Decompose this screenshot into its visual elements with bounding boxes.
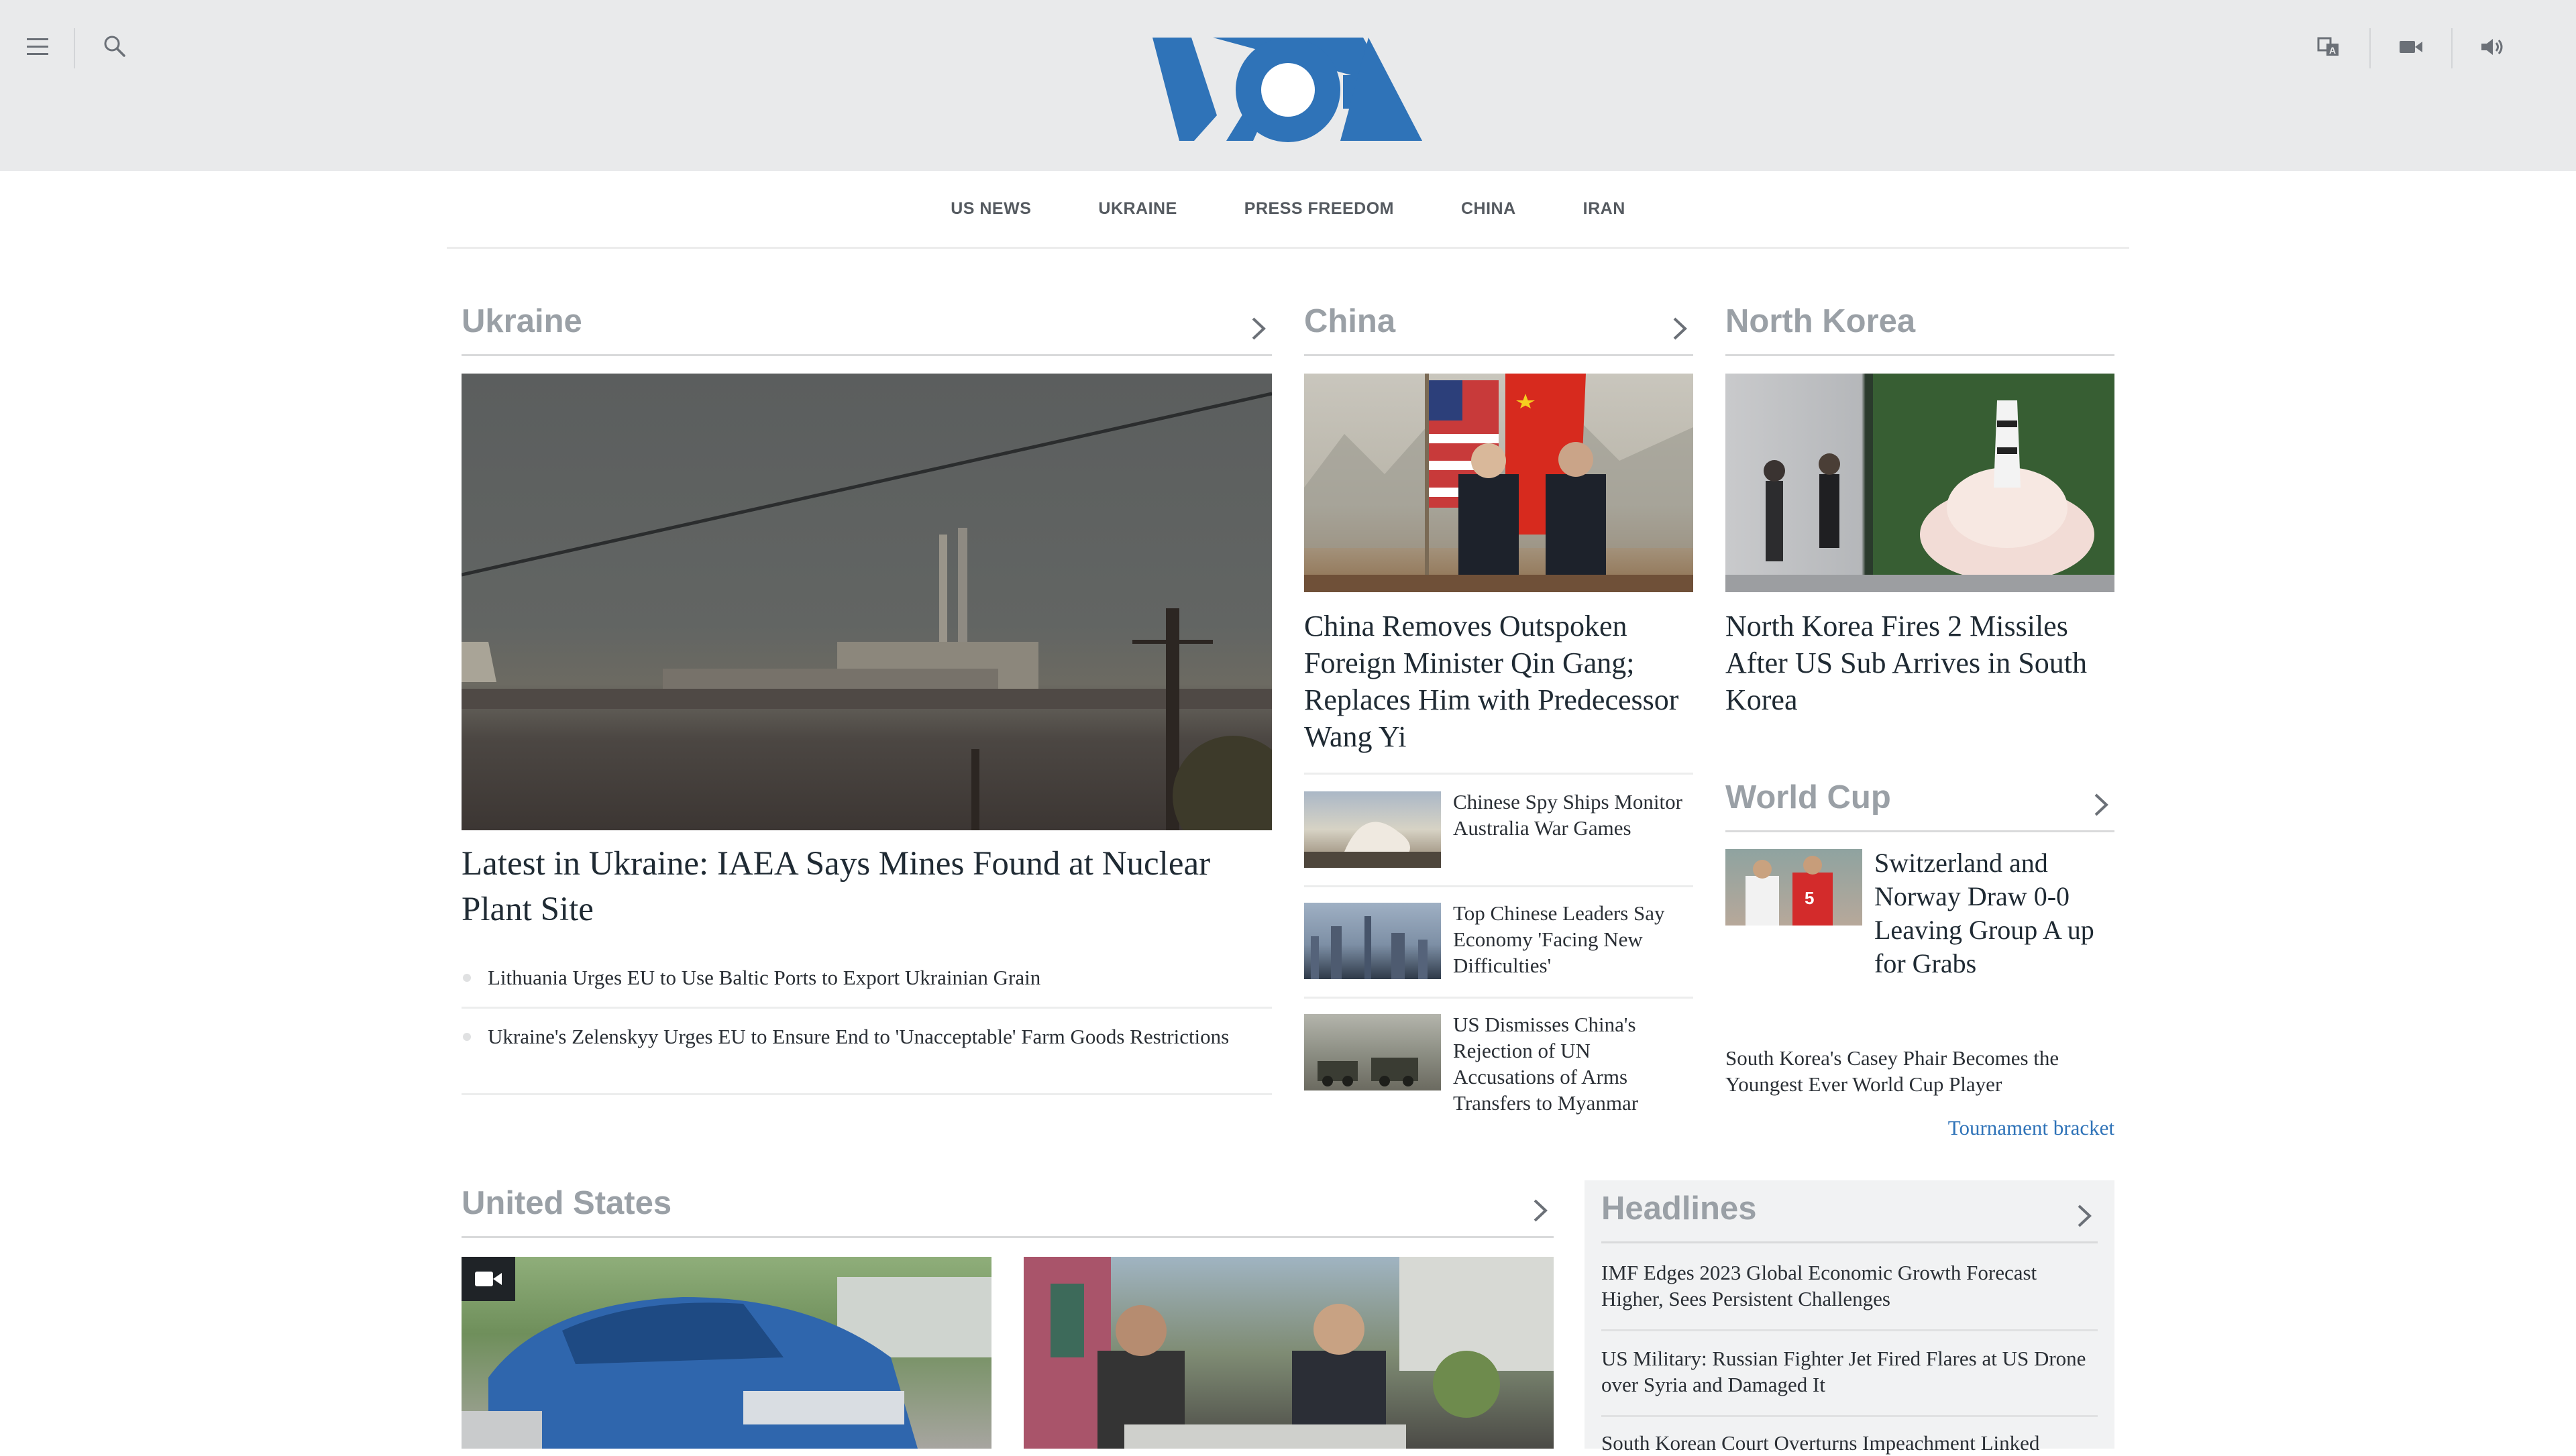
- china-item-thumbnail[interactable]: [1304, 903, 1441, 979]
- main-nav: US NEWS UKRAINE PRESS FREEDOM CHINA IRAN: [447, 171, 2129, 249]
- north-korea-section-header[interactable]: North Korea: [1725, 305, 2114, 356]
- chevron-right-icon[interactable]: [1528, 1195, 1551, 1226]
- north-korea-main-headline[interactable]: North Korea Fires 2 Missiles After US Su…: [1725, 608, 2114, 718]
- ukraine-main-image[interactable]: [462, 374, 1272, 830]
- world-cup-item[interactable]: South Korea's Casey Phair Becomes the Yo…: [1725, 1045, 2114, 1097]
- divider: [1304, 997, 1693, 999]
- search-icon[interactable]: [97, 28, 133, 64]
- china-item-title[interactable]: Top Chinese Leaders Say Economy 'Facing …: [1453, 900, 1692, 978]
- divider: [1601, 1329, 2098, 1331]
- china-section-title[interactable]: China: [1304, 305, 1395, 338]
- ukraine-section-title[interactable]: Ukraine: [462, 305, 582, 338]
- video-badge: [462, 1257, 515, 1301]
- north-korea-section-title[interactable]: North Korea: [1725, 305, 1915, 338]
- ukraine-section-header[interactable]: Ukraine: [462, 305, 1272, 356]
- list-bullet: [463, 1033, 471, 1041]
- ukraine-list-item[interactable]: Lithuania Urges EU to Use Baltic Ports t…: [488, 964, 1266, 991]
- nav-item-us-news[interactable]: US NEWS: [917, 199, 1065, 219]
- nav-item-ukraine[interactable]: UKRAINE: [1065, 199, 1210, 219]
- headlines-section-header[interactable]: Headlines: [1601, 1192, 2098, 1243]
- headline-item[interactable]: IMF Edges 2023 Global Economic Growth Fo…: [1601, 1259, 2098, 1312]
- china-item-title[interactable]: US Dismisses China's Rejection of UN Acc…: [1453, 1011, 1692, 1116]
- us-story-image[interactable]: [462, 1257, 991, 1449]
- header-divider: [2451, 28, 2453, 68]
- world-cup-section-header[interactable]: World Cup: [1725, 781, 2114, 832]
- video-camera-icon: [475, 1272, 502, 1286]
- united-states-section-header[interactable]: United States: [462, 1187, 1554, 1238]
- header-divider: [2369, 28, 2371, 68]
- divider: [1304, 773, 1693, 775]
- ukraine-list-item[interactable]: Ukraine's Zelenskyy Urges EU to Ensure E…: [488, 1023, 1266, 1050]
- nav-item-iran[interactable]: IRAN: [1550, 199, 1659, 219]
- header-divider: [74, 28, 75, 68]
- ukraine-main-headline[interactable]: Latest in Ukraine: IAEA Says Mines Found…: [462, 841, 1240, 932]
- divider: [1304, 885, 1693, 887]
- svg-text:5: 5: [1805, 888, 1814, 908]
- world-cup-thumbnail[interactable]: 5: [1725, 849, 1862, 926]
- china-item-thumbnail[interactable]: [1304, 1014, 1441, 1090]
- chevron-right-icon[interactable]: [1246, 313, 1269, 344]
- divider: [462, 1007, 1272, 1009]
- nav-item-china[interactable]: CHINA: [1428, 199, 1550, 219]
- chevron-right-icon[interactable]: [2089, 789, 2112, 820]
- headline-item[interactable]: US Military: Russian Fighter Jet Fired F…: [1601, 1345, 2098, 1398]
- china-main-image[interactable]: [1304, 374, 1693, 592]
- video-camera-icon[interactable]: [2394, 30, 2428, 64]
- divider: [462, 1093, 1272, 1095]
- chevron-right-icon[interactable]: [2072, 1200, 2095, 1231]
- united-states-section-title[interactable]: United States: [462, 1187, 672, 1220]
- us-story-image[interactable]: [1024, 1257, 1554, 1449]
- headlines-panel: Headlines IMF Edges 2023 Global Economic…: [1585, 1180, 2114, 1455]
- language-icon[interactable]: A: [2312, 30, 2347, 64]
- nav-item-press-freedom[interactable]: PRESS FREEDOM: [1211, 199, 1428, 219]
- chevron-right-icon[interactable]: [1668, 313, 1690, 344]
- list-bullet: [463, 974, 471, 982]
- china-item-title[interactable]: Chinese Spy Ships Monitor Australia War …: [1453, 789, 1692, 841]
- china-item-thumbnail[interactable]: [1304, 791, 1441, 868]
- headlines-section-title[interactable]: Headlines: [1601, 1192, 1756, 1225]
- headline-item[interactable]: South Korean Court Overturns Impeachment…: [1601, 1430, 2098, 1456]
- north-korea-main-image[interactable]: [1725, 374, 2114, 592]
- speaker-icon[interactable]: [2475, 30, 2510, 64]
- divider: [1601, 1415, 2098, 1417]
- china-section-header[interactable]: China: [1304, 305, 1693, 356]
- voa-logo[interactable]: [1152, 35, 1422, 144]
- china-main-headline[interactable]: China Removes Outspoken Foreign Minister…: [1304, 608, 1693, 755]
- svg-text:A: A: [2329, 45, 2336, 56]
- menu-icon[interactable]: [20, 30, 55, 64]
- world-cup-section-title[interactable]: World Cup: [1725, 781, 1891, 814]
- tournament-bracket-link[interactable]: Tournament bracket: [1725, 1115, 2114, 1141]
- top-header: A: [0, 0, 2576, 171]
- world-cup-main-headline[interactable]: Switzerland and Norway Draw 0-0 Leaving …: [1874, 846, 2116, 981]
